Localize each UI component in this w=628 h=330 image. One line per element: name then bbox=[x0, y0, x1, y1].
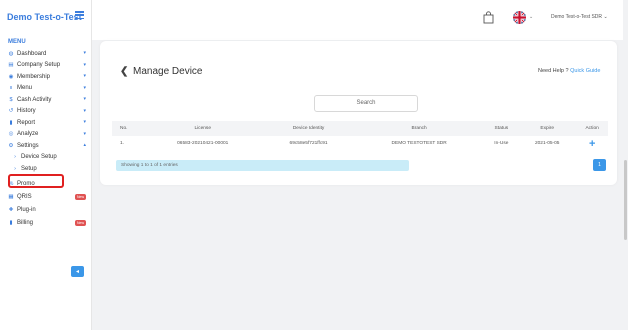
chevron-down-icon: ▾ bbox=[83, 73, 86, 79]
sidebar-item-membership[interactable]: ◉ Membership ▾ bbox=[0, 71, 92, 83]
chevron-right-icon: › bbox=[14, 165, 16, 172]
pagination-page-1[interactable]: 1 bbox=[593, 159, 606, 171]
sidebar-item-label: Company Setup bbox=[17, 62, 61, 69]
top-bar bbox=[92, 0, 628, 40]
sidebar-item-label: Dashboard bbox=[17, 50, 47, 57]
sidebar-item-label: Cash Activity bbox=[17, 96, 52, 103]
device-setup-highlight bbox=[8, 174, 64, 188]
chevron-down-icon: ▾ bbox=[83, 50, 86, 56]
report-icon: ▮ bbox=[9, 119, 13, 126]
sidebar-item-history[interactable]: ↺ History ▾ bbox=[0, 106, 92, 118]
column-header: License bbox=[142, 121, 264, 136]
analyze-icon: ◎ bbox=[8, 131, 14, 138]
chevron-down-icon: ▾ bbox=[83, 119, 86, 125]
gear-icon: ⚙ bbox=[8, 142, 14, 149]
plugin-icon: ✚ bbox=[8, 207, 14, 214]
chevron-down-icon: ▾ bbox=[83, 107, 86, 114]
new-badge: New bbox=[74, 219, 86, 226]
sidebar-item-device-setup[interactable]: › Device Setup bbox=[0, 152, 92, 164]
sidebar-item-company-setup[interactable]: ▤ Company Setup ▾ bbox=[0, 60, 92, 72]
sidebar-item-label: Membership bbox=[17, 73, 51, 80]
sidebar-nav: ◍ Dashboard ▾ ▤ Company Setup ▾ ◉ Membership ▾ ıı… bbox=[0, 48, 92, 229]
menu-title: MENU bbox=[8, 39, 26, 45]
fork-icon: ıı bbox=[9, 85, 13, 92]
sidebar-item-dashboard[interactable]: ◍ Dashboard ▾ bbox=[0, 48, 92, 60]
add-icon[interactable]: + bbox=[589, 138, 595, 150]
dollar-icon: $ bbox=[9, 96, 13, 103]
sidebar-item-label: Menu bbox=[17, 85, 33, 92]
device-table: No. License Device Identity Branch Status Exp… bbox=[112, 121, 608, 151]
action-cell: + bbox=[576, 136, 608, 151]
column-header: Status bbox=[484, 121, 519, 136]
column-header: Branch bbox=[353, 121, 485, 136]
table-cell: 2021-05-05 bbox=[534, 141, 560, 146]
dashboard-icon: ◍ bbox=[8, 50, 14, 57]
chevron-down-icon: ▾ bbox=[83, 84, 86, 91]
column-header: Expire bbox=[518, 121, 577, 136]
table-header-row: No. License Device Identity Branch Status Exp… bbox=[112, 121, 608, 136]
user-chevron-down-icon: ⌄ bbox=[603, 14, 608, 20]
sidebar-item-menu[interactable]: ıı Menu ▾ bbox=[0, 83, 92, 95]
chevron-down-icon: ▾ bbox=[83, 61, 86, 68]
history-icon: ↺ bbox=[8, 108, 14, 115]
table-cell: In-Use bbox=[494, 141, 509, 146]
table-cell: 1. bbox=[120, 141, 125, 146]
sidebar-item-label: Device Setup bbox=[21, 154, 57, 161]
sidebar-item-label: Billing bbox=[17, 220, 34, 227]
help-label: Need Help ? bbox=[538, 68, 569, 74]
quick-guide-link[interactable]: Quick Guide bbox=[570, 68, 600, 74]
sidebar-item-label: Setup bbox=[21, 165, 37, 172]
sidebar-item-label: Settings bbox=[17, 142, 39, 149]
table-cell: 06583-20210421-00001 bbox=[177, 141, 229, 146]
shopping-bag-icon[interactable] bbox=[483, 11, 494, 24]
table-cell: DEMO TESTOTEST SDR bbox=[391, 141, 447, 146]
qr-icon: ▦ bbox=[8, 194, 14, 201]
user-name: Demo Test-o-Test SDR bbox=[551, 14, 603, 20]
sidebar-item-cash-activity[interactable]: $ Cash Activity ▾ bbox=[0, 94, 92, 106]
sidebar-item-plug-in[interactable]: ✚ Plug-in bbox=[0, 205, 92, 217]
sidebar-item-label: Plug-in bbox=[17, 207, 36, 214]
sidebar-item-label: QRIS bbox=[17, 194, 32, 201]
table-row: 1. 06583-20210421-00001 69c58e5f721ffc91 DE… bbox=[112, 136, 608, 151]
collapse-sidebar-button[interactable]: ◂ bbox=[71, 266, 84, 277]
sidebar-item-analyze[interactable]: ◎ Analyze ▾ bbox=[0, 129, 92, 141]
new-badge: New bbox=[74, 193, 86, 200]
sidebar-item-settings[interactable]: ⚙ Settings ▴ bbox=[0, 140, 92, 152]
sidebar-item-qris[interactable]: ▦ QRIS New bbox=[0, 192, 92, 204]
column-header: Device Identity bbox=[263, 121, 354, 136]
language-chevron-down-icon[interactable]: ⌄ bbox=[529, 14, 533, 20]
member-icon: ◉ bbox=[8, 73, 14, 80]
chevron-down-icon: ▾ bbox=[83, 130, 86, 137]
brand-name[interactable]: Demo Test-o-Test bbox=[7, 12, 82, 22]
search-input[interactable]: Search bbox=[314, 95, 418, 112]
chevron-down-icon: ▾ bbox=[83, 96, 86, 102]
table-info: Showing 1 to 1 of 1 entries bbox=[116, 160, 409, 171]
page-title: Manage Device bbox=[133, 66, 203, 77]
scrollbar-thumb[interactable] bbox=[624, 160, 627, 240]
sidebar-item-report[interactable]: ▮ Report ▾ bbox=[0, 117, 92, 129]
building-icon: ▤ bbox=[8, 62, 14, 69]
chevron-right-icon: › bbox=[14, 154, 16, 161]
sidebar-item-label: Report bbox=[17, 119, 36, 126]
sidebar: Demo Test-o-Test MENU ◍ Dashboard ▾ ▤ Compan… bbox=[0, 0, 92, 330]
table-cell: 69c58e5f721ffc91 bbox=[289, 141, 328, 146]
sidebar-item-setup[interactable]: › Setup bbox=[0, 163, 92, 175]
uk-flag-icon[interactable] bbox=[513, 11, 526, 24]
column-header: No. bbox=[112, 121, 142, 136]
chevron-up-icon: ▴ bbox=[83, 142, 86, 148]
user-menu[interactable]: Demo Test-o-Test SDR ⌄ bbox=[551, 14, 608, 20]
column-header: Action bbox=[576, 121, 608, 136]
hamburger-menu-icon[interactable] bbox=[75, 11, 84, 20]
sidebar-item-billing[interactable]: ▮ Billing New bbox=[0, 218, 92, 230]
sidebar-item-label: Analyze bbox=[17, 131, 39, 138]
sidebar-item-label: History bbox=[17, 108, 36, 115]
billing-icon: ▮ bbox=[9, 220, 13, 227]
help-text: Need Help ? Quick Guide bbox=[538, 68, 600, 74]
back-chevron-icon[interactable]: ❮ bbox=[120, 66, 128, 77]
